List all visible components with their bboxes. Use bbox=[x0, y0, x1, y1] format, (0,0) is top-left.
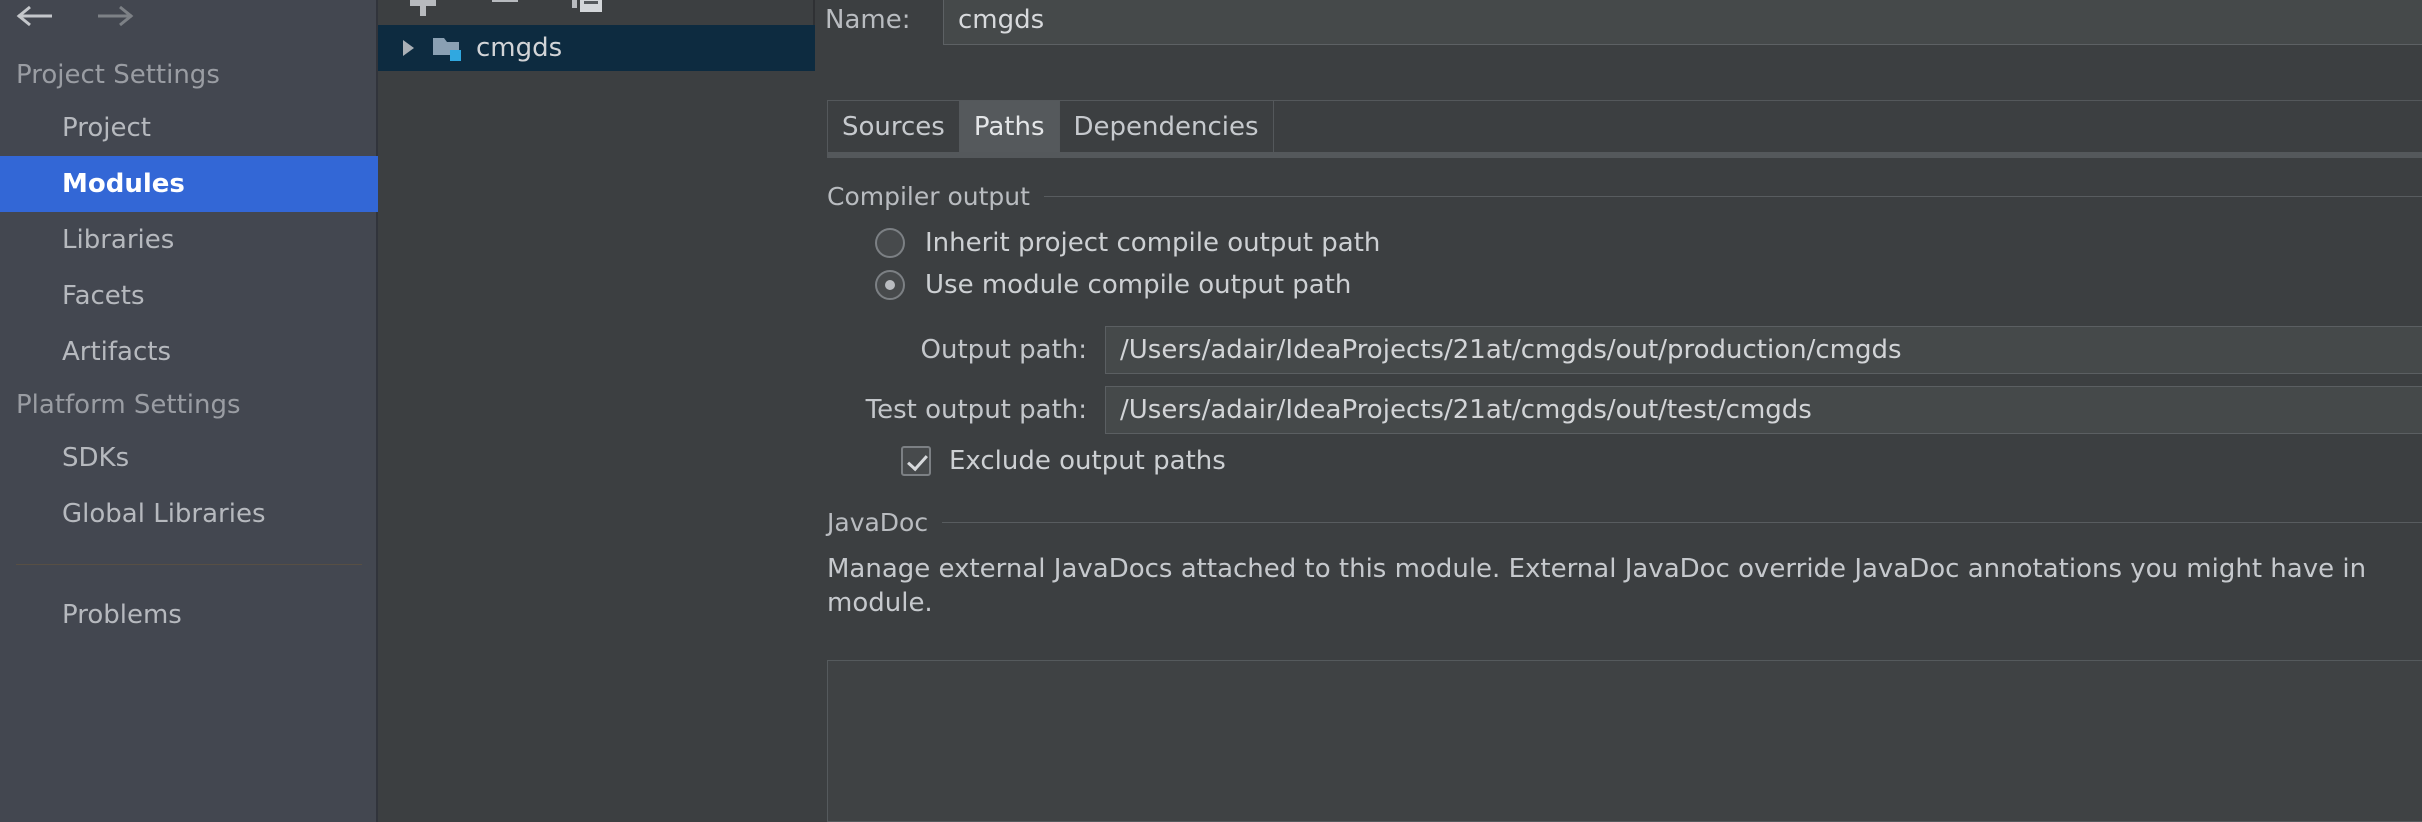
module-name-row: Name: cmgds bbox=[815, 0, 2422, 48]
modules-tree-panel: cmgds bbox=[378, 0, 815, 822]
forward-button[interactable] bbox=[92, 0, 136, 36]
sidebar-item-libraries[interactable]: Libraries bbox=[0, 212, 378, 268]
tabs-underline bbox=[827, 152, 2422, 158]
arrow-right-icon bbox=[98, 5, 134, 27]
tree-node-label: cmgds bbox=[476, 33, 563, 63]
javadoc-title: JavaDoc bbox=[827, 508, 929, 537]
minus-icon bbox=[492, 0, 518, 2]
sidebar-item-facets[interactable]: Facets bbox=[0, 268, 378, 324]
compiler-output-section-header: Compiler output bbox=[827, 182, 2422, 211]
tabs-filler bbox=[1274, 101, 2422, 152]
plus-icon bbox=[410, 0, 436, 16]
section-divider bbox=[942, 522, 2422, 523]
radio-inherit-project-output[interactable] bbox=[875, 228, 905, 258]
sidebar-item-modules[interactable]: Modules bbox=[0, 156, 378, 212]
settings-nav-list: Project Settings Project Modules Librari… bbox=[0, 50, 378, 643]
javadoc-description: Manage external JavaDocs attached to thi… bbox=[827, 554, 2367, 619]
inherit-project-output-radio-row[interactable]: Inherit project compile output path bbox=[875, 228, 1380, 258]
radio-use-module-output-label: Use module compile output path bbox=[925, 270, 1352, 300]
output-path-row: Output path: /Users/adair/IdeaProjects/2… bbox=[815, 326, 2422, 374]
module-name-label: Name: bbox=[825, 5, 911, 35]
tree-node-cmgds[interactable]: cmgds bbox=[378, 25, 815, 71]
module-folder-icon bbox=[432, 34, 464, 62]
sidebar-item-problems[interactable]: Problems bbox=[0, 587, 378, 643]
javadoc-paths-list[interactable] bbox=[827, 660, 2422, 822]
radio-use-module-output[interactable] bbox=[875, 270, 905, 300]
use-module-output-radio-row[interactable]: Use module compile output path bbox=[875, 270, 1351, 300]
sidebar-group-platform-settings: Platform Settings bbox=[16, 390, 241, 420]
paths-tab-content: Compiler output Inherit project compile … bbox=[815, 160, 2422, 822]
javadoc-section-header: JavaDoc bbox=[827, 508, 2422, 537]
output-path-input[interactable]: /Users/adair/IdeaProjects/21at/cmgds/out… bbox=[1105, 326, 2422, 374]
modules-toolbar bbox=[378, 0, 815, 22]
arrow-left-icon bbox=[16, 5, 52, 27]
radio-inherit-project-output-label: Inherit project compile output path bbox=[925, 228, 1381, 258]
test-output-path-input[interactable]: /Users/adair/IdeaProjects/21at/cmgds/out… bbox=[1105, 386, 2422, 434]
section-divider bbox=[1043, 196, 2422, 197]
copy-module-button[interactable] bbox=[566, 0, 608, 21]
module-detail-panel: Name: cmgds Sources Paths Dependencies C… bbox=[815, 0, 2422, 822]
module-name-input[interactable]: cmgds bbox=[943, 0, 2422, 45]
add-module-button[interactable] bbox=[402, 0, 444, 21]
tab-dependencies[interactable]: Dependencies bbox=[1059, 101, 1274, 152]
sidebar-item-artifacts[interactable]: Artifacts bbox=[0, 324, 378, 380]
exclude-output-paths-row[interactable]: Exclude output paths bbox=[901, 446, 1226, 476]
triangle-right-icon[interactable] bbox=[396, 37, 420, 59]
navigation-arrows bbox=[0, 0, 378, 38]
compiler-output-title: Compiler output bbox=[827, 182, 1030, 211]
exclude-output-paths-label: Exclude output paths bbox=[949, 446, 1226, 476]
sidebar-item-global-libraries[interactable]: Global Libraries bbox=[0, 486, 378, 542]
sidebar-item-sdks[interactable]: SDKs bbox=[0, 430, 378, 486]
back-button[interactable] bbox=[14, 0, 58, 36]
exclude-output-paths-checkbox[interactable] bbox=[901, 446, 931, 476]
copy-icon bbox=[572, 0, 602, 12]
test-output-path-row: Test output path: /Users/adair/IdeaProje… bbox=[815, 386, 2422, 434]
module-tabs: Sources Paths Dependencies bbox=[827, 100, 2422, 152]
modules-tree: cmgds bbox=[378, 25, 815, 822]
project-structure-dialog: Project Settings Project Modules Librari… bbox=[0, 0, 2422, 822]
test-output-path-label: Test output path: bbox=[865, 395, 1087, 425]
output-path-label: Output path: bbox=[920, 335, 1087, 365]
sidebar-divider bbox=[16, 564, 362, 565]
remove-module-button[interactable] bbox=[484, 0, 526, 21]
sidebar-group-project-settings: Project Settings bbox=[16, 60, 220, 90]
tab-sources[interactable]: Sources bbox=[828, 101, 960, 152]
settings-sidebar: Project Settings Project Modules Librari… bbox=[0, 0, 378, 822]
sidebar-item-project[interactable]: Project bbox=[0, 100, 378, 156]
tab-paths[interactable]: Paths bbox=[959, 101, 1060, 152]
